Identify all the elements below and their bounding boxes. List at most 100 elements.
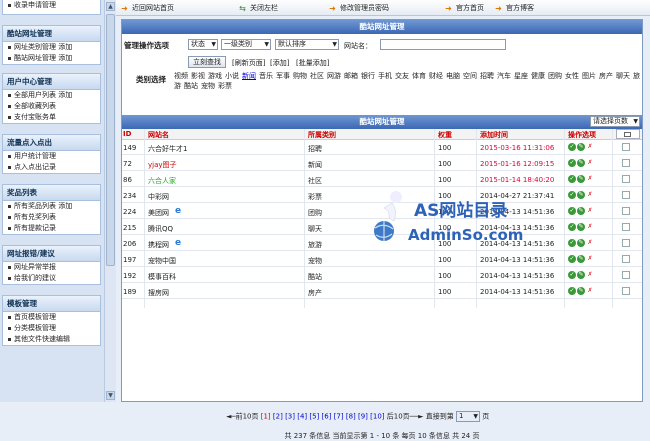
next-10-pages[interactable]: 后10页──►	[387, 413, 424, 421]
delete-icon[interactable]: ✗	[586, 255, 594, 263]
category-link[interactable]: 视频	[174, 72, 188, 80]
sidebar-item-user-stats[interactable]: 用户统计管理	[3, 151, 100, 162]
category-link[interactable]: 招聘	[480, 72, 494, 80]
sidebar-item-redeem-list[interactable]: 所有兑奖列表	[3, 212, 100, 223]
site-name-link[interactable]: 宠物中国	[148, 256, 176, 266]
sidebar-group-title[interactable]: 奖品列表	[3, 185, 100, 201]
category-select[interactable]: 一级类别 ▼	[221, 39, 271, 50]
check-icon[interactable]: ✓	[568, 191, 576, 199]
site-name-link[interactable]: 六合人家	[148, 176, 176, 186]
page-link[interactable]: [4]	[297, 413, 307, 421]
delete-icon[interactable]: ✗	[586, 271, 594, 279]
edit-icon[interactable]: ✎	[577, 223, 585, 231]
sidebar-group-title[interactable]: 流量点入点出	[3, 135, 100, 151]
category-link[interactable]: 新闻	[242, 72, 256, 80]
select-all-checkbox[interactable]	[616, 129, 640, 139]
category-link[interactable]: 宠物	[201, 82, 215, 90]
site-name-link[interactable]: 模事百科	[148, 272, 176, 282]
category-link[interactable]: 邮箱	[344, 72, 358, 80]
sidebar-group-title[interactable]: 模板管理	[3, 296, 100, 312]
scroll-up-icon[interactable]: ▲	[106, 2, 115, 11]
per-page-select[interactable]: 请选择页数 ▼	[590, 116, 640, 127]
sidebar-item-coolsite-mgmt[interactable]: 酷站网址管理 添加	[3, 53, 100, 64]
jump-page-select[interactable]: 1 ▼	[455, 411, 480, 422]
sidebar-group-title[interactable]: 网址报错/建议	[3, 246, 100, 262]
edit-icon[interactable]: ✎	[577, 159, 585, 167]
category-link[interactable]: 电脑	[446, 72, 460, 80]
category-link[interactable]: 聊天	[616, 72, 630, 80]
category-link[interactable]: 购物	[293, 72, 307, 80]
refresh-link[interactable]: [刷新页面]	[232, 58, 265, 68]
category-link[interactable]: 军事	[276, 72, 290, 80]
check-icon[interactable]: ✓	[568, 271, 576, 279]
sidebar-item-click-log[interactable]: 点入点出记录	[3, 162, 100, 173]
row-checkbox[interactable]	[622, 287, 630, 295]
edit-icon[interactable]: ✎	[577, 239, 585, 247]
sidebar-item-alipay[interactable]: 支付宝账务单	[3, 112, 100, 123]
page-link[interactable]: [9]	[358, 413, 368, 421]
category-link[interactable]: 银行	[361, 72, 375, 80]
row-checkbox[interactable]	[622, 143, 630, 151]
edit-icon[interactable]: ✎	[577, 143, 585, 151]
delete-icon[interactable]: ✗	[586, 287, 594, 295]
category-link[interactable]: 酷站	[184, 82, 198, 90]
nav-back-home[interactable]: ➜ 近回网站首页	[120, 3, 174, 13]
category-link[interactable]: 汽车	[497, 72, 511, 80]
sidebar-item-favorites[interactable]: 全部收藏列表	[3, 101, 100, 112]
check-icon[interactable]: ✓	[568, 287, 576, 295]
check-icon[interactable]: ✓	[568, 223, 576, 231]
status-select[interactable]: 状态 ▼	[188, 39, 218, 50]
row-checkbox[interactable]	[622, 207, 630, 215]
sidebar-item-withdraw-log[interactable]: 所有提款记录	[3, 223, 100, 234]
sidebar-item-category-mgmt[interactable]: 网址类别管理 添加	[3, 42, 100, 53]
check-icon[interactable]: ✓	[568, 239, 576, 247]
page-link[interactable]: [10]	[370, 413, 384, 421]
category-link[interactable]: 女性	[565, 72, 579, 80]
delete-icon[interactable]: ✗	[586, 143, 594, 151]
page-link[interactable]: [2]	[273, 413, 283, 421]
row-checkbox[interactable]	[622, 239, 630, 247]
page-link[interactable]: [8]	[346, 413, 356, 421]
site-name-link[interactable]: 中彩网	[148, 192, 169, 202]
scrollbar-thumb[interactable]	[106, 14, 115, 266]
category-link[interactable]: 小说	[225, 72, 239, 80]
row-checkbox[interactable]	[622, 159, 630, 167]
check-icon[interactable]: ✓	[568, 159, 576, 167]
sidebar-item-user-list[interactable]: 全部用户列表 添加	[3, 90, 100, 101]
category-link[interactable]: 图片	[582, 72, 596, 80]
category-link[interactable]: 健康	[531, 72, 545, 80]
category-link[interactable]: 网游	[327, 72, 341, 80]
category-link[interactable]: 体育	[412, 72, 426, 80]
sort-select[interactable]: 默认排序 ▼	[275, 39, 339, 50]
category-link[interactable]: 彩票	[218, 82, 232, 90]
check-icon[interactable]: ✓	[568, 207, 576, 215]
site-name-input[interactable]	[380, 39, 506, 50]
site-name-link[interactable]: 搜房网	[148, 288, 169, 298]
category-link[interactable]: 社区	[310, 72, 324, 80]
category-link[interactable]: 交友	[395, 72, 409, 80]
delete-icon[interactable]: ✗	[586, 175, 594, 183]
sidebar-group-title[interactable]: 用户中心管理	[3, 74, 100, 90]
edit-icon[interactable]: ✎	[577, 271, 585, 279]
sidebar-item-home-template[interactable]: 首页模板管理	[3, 312, 100, 323]
row-checkbox[interactable]	[622, 271, 630, 279]
row-checkbox[interactable]	[622, 223, 630, 231]
category-link[interactable]: 音乐	[259, 72, 273, 80]
site-name-link[interactable]: 六合好牛才1	[148, 144, 187, 154]
page-link[interactable]: [3]	[285, 413, 295, 421]
delete-icon[interactable]: ✗	[586, 207, 594, 215]
sidebar-scrollbar[interactable]: ▲ ▼	[104, 0, 116, 402]
check-icon[interactable]: ✓	[568, 143, 576, 151]
delete-icon[interactable]: ✗	[586, 223, 594, 231]
row-checkbox[interactable]	[622, 255, 630, 263]
edit-icon[interactable]: ✎	[577, 287, 585, 295]
site-name-link[interactable]: yjay图子	[148, 160, 177, 170]
site-name-link[interactable]: 携程网	[148, 240, 169, 250]
delete-icon[interactable]: ✗	[586, 239, 594, 247]
nav-change-password[interactable]: ➜ 修改管理员密码	[328, 3, 389, 13]
delete-icon[interactable]: ✗	[586, 191, 594, 199]
prev-10-pages[interactable]: ◄─前10页	[226, 413, 259, 421]
nav-official-home[interactable]: ➜ 官方首页	[444, 3, 484, 13]
sidebar-item-quick-edit[interactable]: 其他文件快速编辑	[3, 334, 100, 345]
batch-add-link[interactable]: [批量添加]	[296, 58, 329, 68]
